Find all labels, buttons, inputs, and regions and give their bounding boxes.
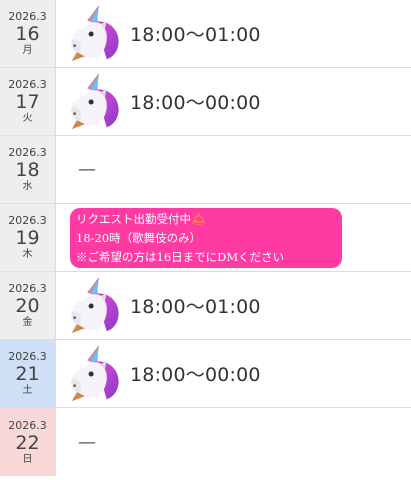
- schedule-row-16: 2026.3 16 月 18:00〜01:00: [0, 0, 411, 68]
- note-line-1: リクエスト出勤受付中: [76, 212, 191, 226]
- schedule-row-18: 2026.3 18 水 —: [0, 136, 411, 204]
- weekday: 金: [22, 317, 33, 328]
- unicorn-icon: [64, 275, 126, 337]
- shift-time: 18:00〜01:00: [130, 296, 261, 318]
- weekly-schedule: 2026.3 16 月 18:00〜01:00 2026.3 17 火 18:0…: [0, 0, 411, 476]
- note-line-2: 18-20時（歌舞伎のみ）: [76, 231, 202, 245]
- weekday: 木: [22, 249, 33, 260]
- unicorn-icon: [64, 71, 126, 133]
- schedule-content: —: [56, 136, 411, 203]
- day-number: 22: [15, 431, 40, 454]
- unicorn-icon: [64, 3, 126, 65]
- schedule-content: —: [56, 408, 411, 476]
- schedule-content: 18:00〜01:00: [56, 272, 411, 339]
- day-number: 20: [15, 295, 40, 317]
- bell-icon: 🛎: [191, 212, 206, 226]
- schedule-row-17: 2026.3 17 火 18:00〜00:00: [0, 68, 411, 136]
- schedule-row-22: 2026.3 22 日 —: [0, 408, 411, 476]
- weekday: 火: [22, 113, 33, 124]
- date-cell: 2026.3 18 水: [0, 136, 56, 203]
- day-number: 19: [15, 227, 40, 249]
- schedule-content: 18:00〜00:00: [56, 68, 411, 135]
- date-cell-sunday: 2026.3 22 日: [0, 408, 56, 476]
- day-number: 18: [15, 159, 40, 181]
- schedule-content: リクエスト出勤受付中🛎 18-20時（歌舞伎のみ） ※ご希望の方は16日までにD…: [56, 204, 411, 271]
- schedule-row-20: 2026.3 20 金 18:00〜01:00: [0, 272, 411, 340]
- year-month: 2026.3: [8, 214, 47, 227]
- day-number: 16: [15, 23, 40, 45]
- schedule-content: 18:00〜00:00: [56, 340, 411, 407]
- weekday: 水: [22, 181, 33, 192]
- schedule-content: 18:00〜01:00: [56, 0, 411, 67]
- date-cell: 2026.3 16 月: [0, 0, 56, 67]
- shift-time: 18:00〜00:00: [130, 92, 261, 114]
- year-month: 2026.3: [8, 146, 47, 159]
- date-cell-saturday: 2026.3 21 土: [0, 340, 56, 407]
- year-month: 2026.3: [8, 78, 47, 91]
- weekday: 日: [22, 453, 33, 465]
- day-number: 17: [15, 91, 40, 113]
- off-day-dash: —: [78, 431, 96, 453]
- date-cell: 2026.3 17 火: [0, 68, 56, 135]
- schedule-row-21: 2026.3 21 土 18:00〜00:00: [0, 340, 411, 408]
- unicorn-icon: [64, 343, 126, 405]
- request-note: リクエスト出勤受付中🛎 18-20時（歌舞伎のみ） ※ご希望の方は16日までにD…: [70, 208, 342, 268]
- shift-time: 18:00〜01:00: [130, 24, 261, 46]
- year-month: 2026.3: [8, 10, 47, 23]
- schedule-row-19: 2026.3 19 木 リクエスト出勤受付中🛎 18-20時（歌舞伎のみ） ※ご…: [0, 204, 411, 272]
- note-line-3: ※ご希望の方は16日までにDMください: [76, 250, 285, 264]
- day-number: 21: [15, 363, 40, 385]
- weekday: 土: [22, 385, 33, 396]
- date-cell: 2026.3 20 金: [0, 272, 56, 339]
- weekday: 月: [22, 45, 33, 56]
- year-month: 2026.3: [8, 418, 47, 432]
- year-month: 2026.3: [8, 350, 47, 363]
- date-cell: 2026.3 19 木: [0, 204, 56, 271]
- year-month: 2026.3: [8, 282, 47, 295]
- shift-time: 18:00〜00:00: [130, 364, 261, 386]
- off-day-dash: —: [78, 159, 96, 180]
